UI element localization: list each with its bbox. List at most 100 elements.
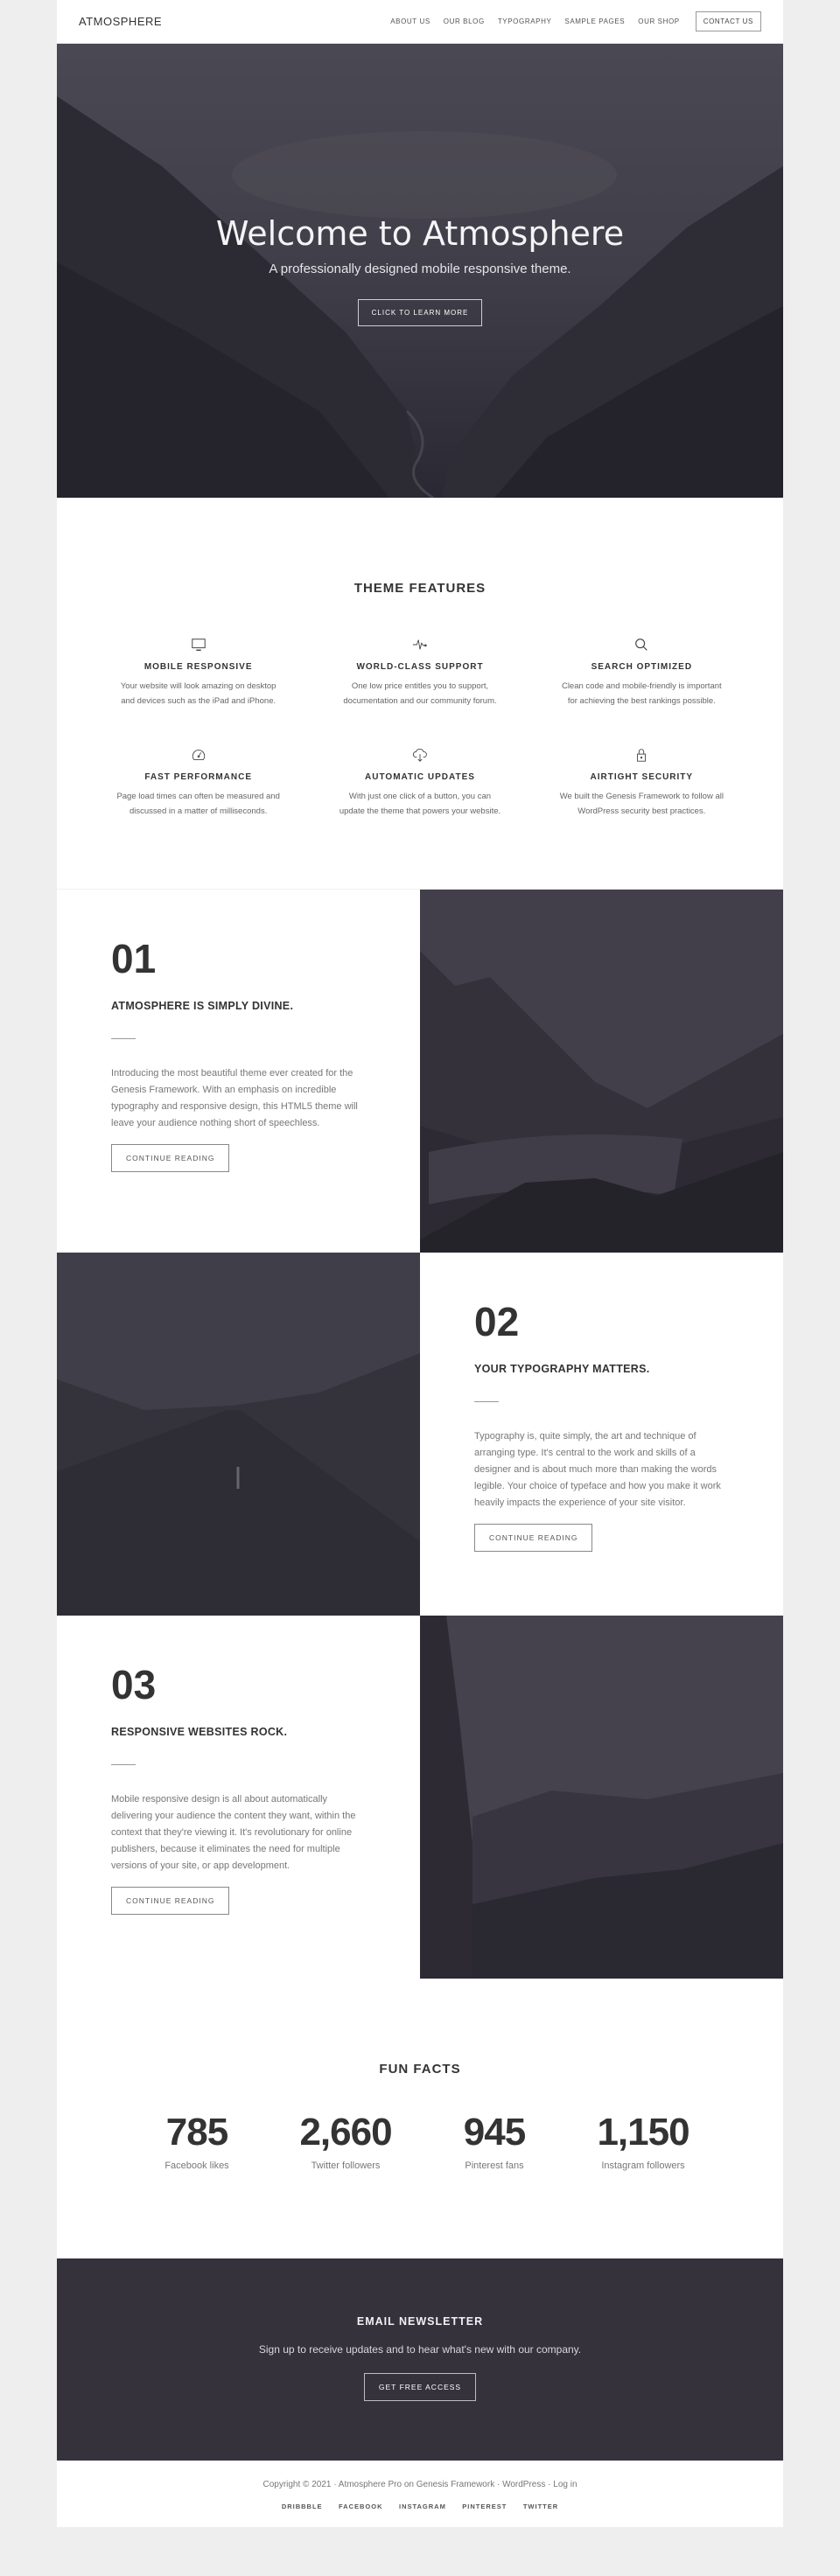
monitor-icon — [88, 635, 309, 654]
feature-block-01: 01 ATMOSPHERE IS SIMPLY DIVINE. Introduc… — [57, 890, 783, 1253]
fact-label: Pinterest fans — [465, 2161, 524, 2171]
fun-facts-section: FUN FACTS 785 Facebook likes 2,660 Twitt… — [57, 1979, 783, 2258]
get-free-access-button[interactable]: GET FREE ACCESS — [363, 2373, 477, 2401]
nav-item-about-us[interactable]: ABOUT US — [390, 17, 430, 25]
social-link-instagram[interactable]: INSTAGRAM — [399, 2503, 446, 2510]
copyright-line: Copyright © 2021 · Atmosphere Pro on Gen… — [57, 2480, 783, 2489]
feature-description: We built the Genesis Framework to follow… — [559, 792, 724, 816]
block-number: 01 — [111, 936, 157, 981]
block-text: 03 RESPONSIVE WEBSITES ROCK. Mobile resp… — [57, 1616, 420, 1979]
block-description: Introducing the most beautiful theme eve… — [111, 1068, 358, 1128]
feature-block-03: 03 RESPONSIVE WEBSITES ROCK. Mobile resp… — [57, 1616, 783, 1979]
wordpress-link[interactable]: WordPress — [502, 2480, 545, 2489]
separator-text: · — [545, 2480, 554, 2489]
features-grid: MOBILE RESPONSIVE Your website will look… — [88, 635, 752, 819]
fact-item: 785 Facebook likes — [131, 2111, 262, 2172]
nav-item-typography[interactable]: TYPOGRAPHY — [498, 17, 552, 25]
hero-subtitle: A professionally designed mobile respons… — [269, 262, 571, 276]
atmosphere-pro-link[interactable]: Atmosphere Pro — [339, 2480, 402, 2489]
fact-item: 945 Pinterest fans — [429, 2111, 560, 2172]
feature-title: AIRTIGHT SECURITY — [590, 772, 694, 782]
block-title: ATMOSPHERE IS SIMPLY DIVINE. — [111, 1000, 294, 1012]
nav-item-our-blog[interactable]: OUR BLOG — [444, 17, 485, 25]
contact-us-button[interactable]: CONTACT US — [695, 11, 761, 31]
features-title: THEME FEATURES — [354, 581, 486, 596]
feature-description: Your website will look amazing on deskto… — [120, 681, 276, 706]
separator-text: · — [494, 2480, 503, 2489]
search-icon — [531, 635, 752, 654]
speedometer-icon — [88, 745, 309, 764]
fact-item: 2,660 Twitter followers — [280, 2111, 411, 2172]
feature-item: FAST PERFORMANCE Page load times can oft… — [88, 745, 309, 819]
mountain-lake-image — [420, 890, 783, 1253]
site-footer: Copyright © 2021 · Atmosphere Pro on Gen… — [57, 2461, 783, 2527]
facts-grid: 785 Facebook likes 2,660 Twitter followe… — [131, 2111, 709, 2172]
feature-item: AIRTIGHT SECURITY We built the Genesis F… — [531, 745, 752, 819]
divider — [111, 1038, 136, 1039]
hero-title: Welcome to Atmosphere — [215, 214, 625, 253]
fact-value: 1,150 — [597, 2111, 690, 2154]
feature-description: One low price entitles you to support, do… — [343, 681, 497, 706]
feature-description: Clean code and mobile-friendly is import… — [561, 681, 722, 706]
divider — [474, 1401, 499, 1402]
site-header: ATMOSPHERE ABOUT US OUR BLOG TYPOGRAPHY … — [57, 0, 783, 44]
hero-content: Welcome to Atmosphere A professionally d… — [57, 214, 783, 326]
email-newsletter-section: EMAIL NEWSLETTER Sign up to receive upda… — [57, 2258, 783, 2461]
site-container: ATMOSPHERE ABOUT US OUR BLOG TYPOGRAPHY … — [57, 0, 783, 2527]
feature-description: Page load times can often be measured an… — [116, 792, 280, 816]
social-link-facebook[interactable]: FACEBOOK — [339, 2503, 383, 2510]
block-text: 02 YOUR TYPOGRAPHY MATTERS. Typography i… — [420, 1253, 783, 1616]
block-text: 01 ATMOSPHERE IS SIMPLY DIVINE. Introduc… — [57, 890, 420, 1253]
feature-item: SEARCH OPTIMIZED Clean code and mobile-f… — [531, 635, 752, 709]
fact-value: 945 — [463, 2111, 526, 2154]
block-description: Typography is, quite simply, the art and… — [474, 1431, 721, 1508]
block-description: Mobile responsive design is all about au… — [111, 1794, 356, 1871]
learn-more-button[interactable]: CLICK TO LEARN MORE — [357, 299, 483, 326]
fact-label: Facebook likes — [164, 2161, 229, 2171]
primary-nav: ABOUT US OUR BLOG TYPOGRAPHY SAMPLE PAGE… — [377, 11, 761, 31]
feature-title: FAST PERFORMANCE — [144, 772, 252, 782]
continue-reading-button[interactable]: CONTINUE READING — [474, 1524, 593, 1552]
continue-reading-button[interactable]: CONTINUE READING — [111, 1144, 230, 1172]
genesis-framework-link[interactable]: Genesis Framework — [416, 2480, 494, 2489]
feature-title: SEARCH OPTIMIZED — [591, 662, 693, 672]
fact-label: Instagram followers — [601, 2161, 685, 2171]
nav-item-our-shop[interactable]: OUR SHOP — [638, 17, 679, 25]
continue-reading-button[interactable]: CONTINUE READING — [111, 1887, 230, 1915]
hero-section: Welcome to Atmosphere A professionally d… — [57, 44, 783, 498]
divider — [111, 1764, 136, 1765]
fact-label: Twitter followers — [311, 2161, 381, 2171]
feature-item: WORLD-CLASS SUPPORT One low price entitl… — [309, 635, 530, 709]
fact-value: 2,660 — [299, 2111, 392, 2154]
fun-facts-title: FUN FACTS — [379, 2062, 461, 2077]
block-title: YOUR TYPOGRAPHY MATTERS. — [474, 1363, 650, 1375]
social-link-twitter[interactable]: TWITTER — [523, 2503, 558, 2510]
copyright-text: Copyright © 2021 · — [262, 2480, 339, 2489]
separator-text: on — [402, 2480, 416, 2489]
feature-description: With just one click of a button, you can… — [339, 792, 501, 816]
feature-item: AUTOMATIC UPDATES With just one click of… — [309, 745, 530, 819]
feature-title: MOBILE RESPONSIVE — [144, 662, 253, 672]
nav-item-sample-pages[interactable]: SAMPLE PAGES — [564, 17, 625, 25]
social-link-pinterest[interactable]: PINTEREST — [462, 2503, 507, 2510]
open-road-image — [57, 1253, 420, 1616]
cliff-valley-image — [420, 1616, 783, 1979]
newsletter-description: Sign up to receive updates and to hear w… — [258, 2343, 582, 2356]
site-logo[interactable]: ATMOSPHERE — [79, 15, 162, 28]
feature-title: AUTOMATIC UPDATES — [365, 772, 475, 782]
social-nav: DRIBBBLE FACEBOOK INSTAGRAM PINTEREST TW… — [57, 2497, 783, 2513]
newsletter-title: EMAIL NEWSLETTER — [356, 2315, 484, 2328]
fact-value: 785 — [165, 2111, 228, 2154]
block-number: 03 — [111, 1662, 157, 1707]
social-link-dribbble[interactable]: DRIBBBLE — [282, 2503, 323, 2510]
feature-block-02: 02 YOUR TYPOGRAPHY MATTERS. Typography i… — [57, 1253, 783, 1616]
pulse-icon — [309, 635, 530, 654]
feature-title: WORLD-CLASS SUPPORT — [356, 662, 484, 672]
lock-icon — [531, 745, 752, 764]
login-link[interactable]: Log in — [553, 2480, 577, 2489]
feature-item: MOBILE RESPONSIVE Your website will look… — [88, 635, 309, 709]
fact-item: 1,150 Instagram followers — [578, 2111, 709, 2172]
theme-features-section: THEME FEATURES MOBILE RESPONSIVE Your we… — [57, 498, 783, 890]
block-number: 02 — [474, 1299, 520, 1344]
cloud-download-icon — [309, 745, 530, 764]
